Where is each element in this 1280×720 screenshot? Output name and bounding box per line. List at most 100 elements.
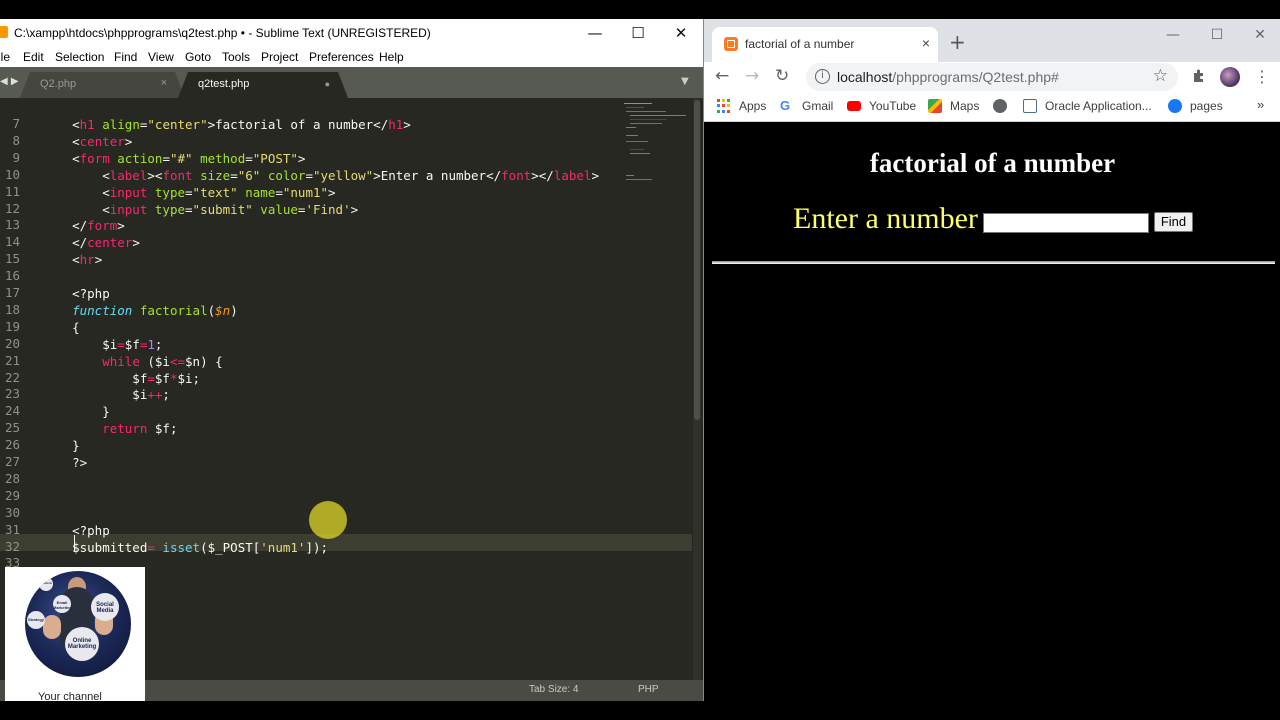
reload-button[interactable]: ↻	[775, 66, 789, 86]
line-number: 24	[4, 403, 20, 419]
new-tab-button[interactable]: +	[949, 30, 966, 54]
code-line[interactable]: <center>	[42, 133, 132, 150]
code-line[interactable]: $submitted= isset($_POST['num1']);	[42, 539, 328, 556]
code-token: >	[132, 235, 140, 251]
code-token: }	[42, 438, 80, 454]
close-button[interactable]: ✕	[666, 23, 696, 43]
tab-title: factorial of a number	[745, 37, 855, 51]
code-token: ;	[162, 387, 170, 403]
code-token: <	[42, 184, 110, 200]
profile-avatar[interactable]	[1220, 67, 1240, 87]
oracle-icon	[1023, 99, 1037, 113]
code-line[interactable]: function factorial($n)	[42, 302, 238, 319]
code-line[interactable]: <input type="text" name="num1">	[42, 184, 335, 201]
code-line[interactable]: <label><font size="6" color="yellow">Ent…	[42, 167, 599, 184]
channel-watermark[interactable]: Social Media Online Marketing Email Mark…	[5, 567, 145, 701]
close-button[interactable]: ✕	[1245, 24, 1275, 46]
minimap[interactable]	[622, 101, 692, 191]
maximize-button[interactable]: ☐	[623, 23, 653, 43]
code-token: $f	[154, 370, 170, 386]
code-token: =	[185, 201, 193, 217]
code-line[interactable]: $f=$f*$i;	[42, 370, 200, 387]
code-token: $i	[42, 336, 118, 352]
code-line[interactable]: while ($i<=$n) {	[42, 353, 222, 370]
tab-size-indicator[interactable]: Tab Size: 4	[529, 684, 578, 695]
code-token: "#"	[169, 150, 193, 166]
screen-top-border	[0, 0, 1280, 19]
code-line[interactable]: <input type="submit" value='Find'>	[42, 201, 358, 218]
unsaved-dot-icon[interactable]: ●	[325, 79, 330, 89]
code-line[interactable]: <h1 align="center">factorial of a number…	[42, 116, 411, 133]
line-number: 19	[4, 318, 20, 334]
code-token: =	[147, 370, 155, 386]
code-line[interactable]: </form>	[42, 217, 125, 234]
sublime-menubar: ile Edit Selection Find View Goto Tools …	[0, 47, 703, 67]
code-token: <?php	[42, 522, 110, 538]
code-line[interactable]: ?>	[42, 454, 87, 471]
tab-close-icon[interactable]: ×	[161, 77, 167, 89]
syntax-indicator[interactable]: PHP	[638, 684, 659, 695]
code-line[interactable]: </center>	[42, 234, 140, 251]
bookmark-star-icon[interactable]: ☆	[1153, 66, 1168, 86]
code-line[interactable]: {	[42, 319, 80, 336]
menu-edit[interactable]: Edit	[23, 50, 44, 64]
code-line[interactable]: <?php	[42, 285, 110, 302]
line-number: 7	[12, 116, 20, 131]
menu-preferences[interactable]: Preferences	[309, 50, 374, 64]
menu-project[interactable]: Project	[261, 50, 298, 64]
code-token: type	[147, 184, 186, 200]
line-number: 18	[4, 301, 20, 317]
back-button[interactable]: ←	[715, 66, 729, 86]
code-line[interactable]: }	[42, 403, 110, 420]
menu-find[interactable]: Find	[114, 50, 137, 64]
minimize-button[interactable]: —	[1158, 24, 1188, 46]
info-icon[interactable]: i	[815, 69, 830, 84]
number-input[interactable]	[983, 213, 1149, 233]
code-line[interactable]: $i++;	[42, 386, 170, 403]
code-token: "num1"	[282, 184, 329, 200]
address-bar[interactable]: i localhost/phpprograms/Q2test.php# ☆	[806, 63, 1178, 91]
code-token: "center"	[147, 117, 208, 132]
menu-view[interactable]: View	[148, 50, 174, 64]
code-token: >	[403, 117, 411, 132]
scrollbar-thumb[interactable]	[694, 100, 700, 420]
maximize-button[interactable]: ☐	[1202, 24, 1232, 46]
minimize-button[interactable]: —	[580, 23, 610, 43]
code-line[interactable]: <form action="#" method="POST">	[42, 150, 305, 167]
menu-tools[interactable]: Tools	[222, 50, 250, 64]
globe-icon	[993, 99, 1007, 113]
code-token: >Enter a number</	[373, 167, 502, 183]
code-token: label	[109, 167, 148, 183]
editor-scrollbar[interactable]	[693, 98, 701, 688]
line-number: 25	[4, 420, 20, 436]
tab-label: q2test.php	[198, 78, 250, 90]
code-line[interactable]: <hr>	[42, 251, 102, 268]
line-number: 10	[4, 166, 20, 182]
code-line[interactable]: return $f;	[42, 420, 177, 437]
code-line[interactable]: }	[42, 437, 80, 454]
forward-button[interactable]: →	[745, 66, 759, 86]
menu-file[interactable]: ile	[0, 50, 10, 64]
menu-goto[interactable]: Goto	[185, 50, 211, 64]
tab-q2-php[interactable]: Q2.php ×	[20, 72, 185, 98]
menu-help[interactable]: Help	[379, 50, 404, 64]
tab-dropdown-icon[interactable]: ▼	[681, 76, 689, 87]
code-editor[interactable]: <h1 align="center">factorial of a number…	[72, 98, 624, 678]
url-text[interactable]: localhost/phpprograms/Q2test.php#	[837, 69, 1059, 85]
tab-scroll-arrows[interactable]: ◀ ▶	[0, 76, 19, 87]
more-bookmarks-icon[interactable]: »	[1257, 97, 1264, 112]
puzzle-icon[interactable]	[1192, 68, 1208, 88]
code-token: size	[192, 167, 231, 183]
tab-q2test-php[interactable]: q2test.php ●	[178, 72, 348, 98]
sublime-tabbar: ◀ ▶ Q2.php × q2test.php ● ▼	[0, 67, 703, 98]
find-button[interactable]: Find	[1154, 212, 1193, 232]
browser-tab[interactable]: factorial of a number ×	[712, 27, 938, 62]
code-token: $f;	[147, 421, 178, 437]
code-token: <	[42, 150, 80, 166]
code-line[interactable]: <?php	[42, 522, 110, 539]
code-line[interactable]: $i=$f=1;	[42, 336, 162, 353]
menu-kebab-icon[interactable]: ⋮	[1254, 67, 1270, 86]
menu-selection[interactable]: Selection	[55, 50, 104, 64]
tab-close-icon[interactable]: ×	[922, 35, 930, 51]
code-token: $submitted	[42, 539, 148, 555]
